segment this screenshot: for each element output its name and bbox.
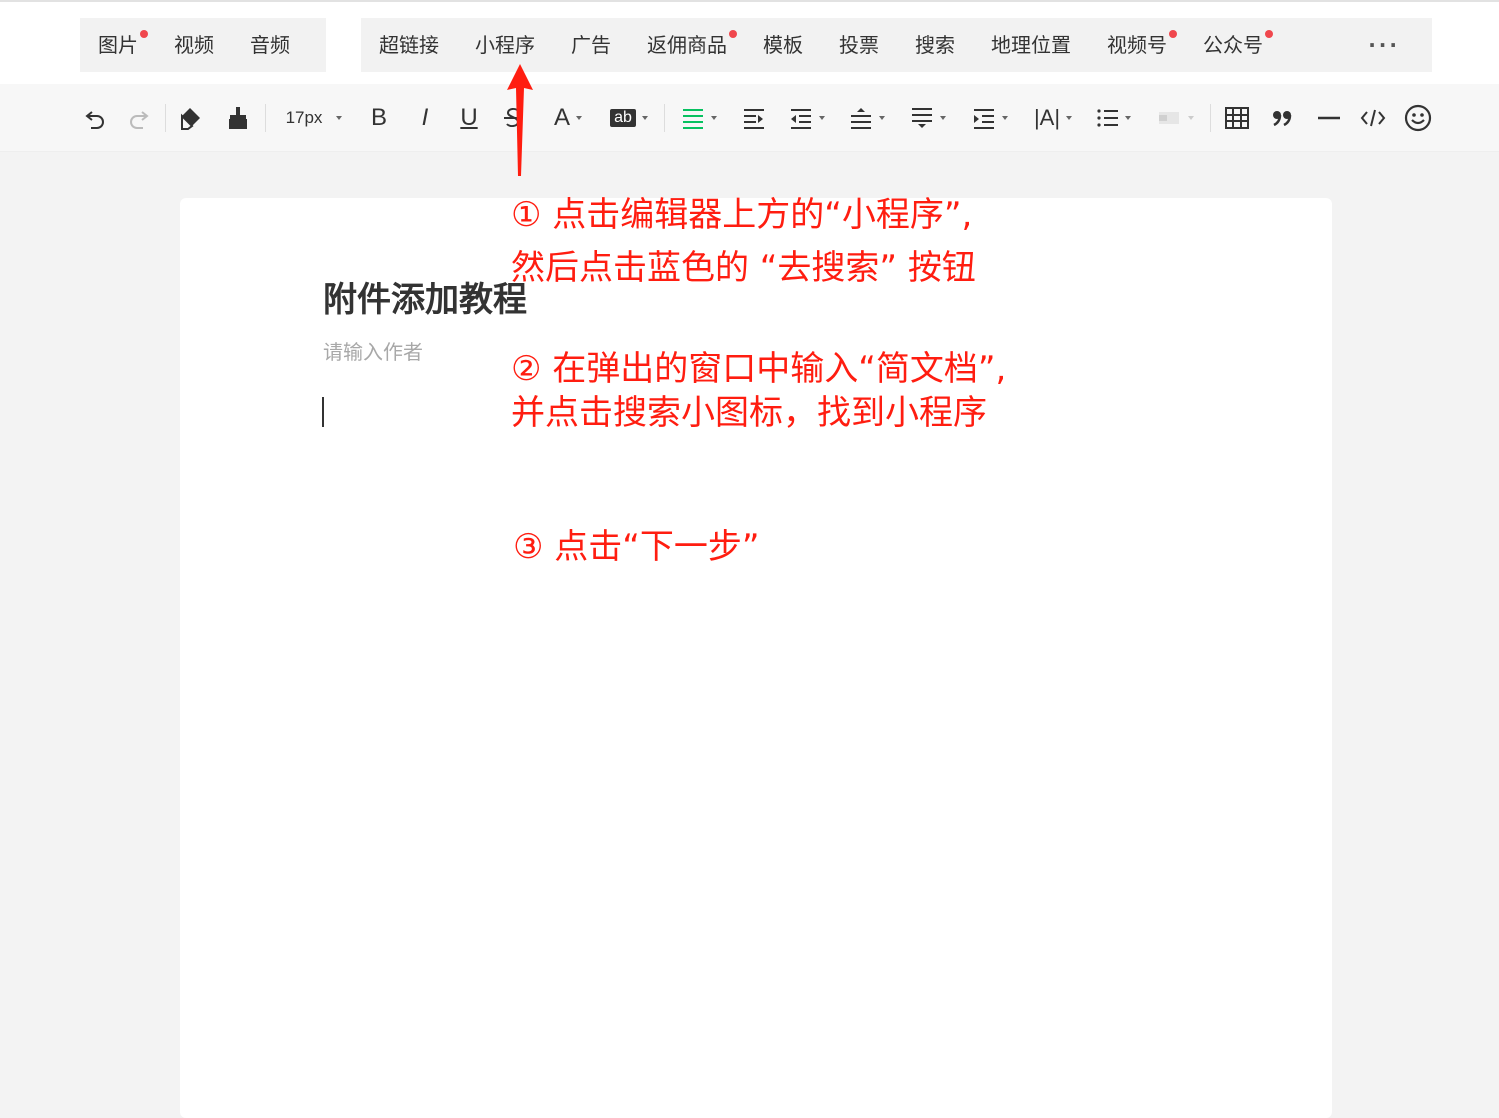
insert-item-7[interactable]: 模板	[745, 18, 821, 72]
quote-icon[interactable]	[1268, 84, 1298, 152]
chevron-down-icon	[641, 116, 648, 120]
more-icon[interactable]: ···	[1350, 18, 1418, 72]
toolbar-divider	[265, 104, 266, 132]
background-button[interactable]	[1150, 84, 1200, 152]
toolbar-divider	[664, 104, 665, 132]
insert-item-label: 视频号	[1107, 33, 1167, 57]
insert-item-label: 广告	[571, 33, 611, 57]
insert-item-label: 搜索	[915, 33, 955, 57]
insert-item-label: 模板	[763, 33, 803, 57]
font-color-label: A	[553, 104, 570, 131]
line-height-button[interactable]	[905, 84, 951, 152]
chevron-down-icon	[711, 116, 717, 120]
align-center-button[interactable]	[676, 84, 722, 152]
chevron-down-icon	[1188, 116, 1194, 120]
line-height-icon	[912, 108, 932, 128]
chevron-down-icon	[819, 116, 825, 120]
toolbar-divider	[1210, 104, 1211, 132]
list-button[interactable]	[1092, 84, 1136, 152]
chevron-down-icon	[940, 116, 946, 120]
author-input[interactable]: 请输入作者	[323, 336, 423, 365]
insert-item-label: 图片	[98, 33, 138, 57]
insert-item-5[interactable]: 广告	[553, 18, 629, 72]
annotation-step1-line2: 然后点击蓝色的 “去搜索” 按钮	[511, 248, 976, 288]
chevron-down-icon	[1066, 116, 1073, 120]
background-icon	[1159, 112, 1179, 124]
align-center-icon	[683, 109, 703, 129]
insert-item-11[interactable]: 视频号	[1089, 18, 1185, 72]
insert-item-9[interactable]: 搜索	[897, 18, 973, 72]
underline-button[interactable]: U	[454, 84, 484, 152]
insert-item-8[interactable]: 投票	[821, 18, 897, 72]
insert-item-label: 超链接	[379, 33, 439, 57]
redo-icon[interactable]	[124, 84, 154, 152]
italic-button[interactable]: I	[410, 84, 440, 152]
first-line-indent-icon	[974, 109, 994, 129]
chevron-down-icon	[336, 116, 343, 120]
new-badge-dot	[1169, 30, 1177, 38]
insert-bar: 图片 视频 音频 超链接 小程序 广告 返佣商品 模板 投票 搜索 地理位置 视频号 公众号 ···	[0, 0, 1499, 84]
table-icon[interactable]	[1222, 84, 1252, 152]
text-cursor	[322, 397, 324, 427]
indent-icon[interactable]	[738, 84, 770, 152]
new-badge-dot	[729, 30, 737, 38]
code-icon[interactable]	[1358, 84, 1388, 152]
list-icon	[1097, 109, 1118, 127]
chevron-down-icon	[576, 116, 582, 120]
outdent-icon	[791, 109, 811, 129]
divider-icon[interactable]	[1314, 84, 1344, 152]
insert-item-label: 返佣商品	[647, 33, 727, 57]
font-size-value: 17px	[285, 108, 323, 127]
annotation-step2-line2: 并点击搜索小图标，找到小程序	[511, 393, 987, 433]
insert-item-label: 公众号	[1203, 33, 1263, 57]
emoji-icon[interactable]	[1402, 84, 1434, 152]
new-badge-dot	[140, 30, 148, 38]
insert-item-label: 视频	[174, 33, 214, 57]
undo-icon[interactable]	[80, 84, 110, 152]
annotation-step2-line1: ② 在弹出的窗口中输入“简文档”,	[511, 349, 1007, 389]
bold-button[interactable]: B	[364, 84, 394, 152]
insert-item-10[interactable]: 地理位置	[973, 18, 1089, 72]
paragraph-spacing-icon	[851, 108, 871, 129]
insert-group-media: 图片 视频 音频	[80, 18, 326, 72]
annotation-step3: ③ 点击“下一步”	[513, 527, 760, 567]
insert-item-2[interactable]: 音频	[232, 18, 308, 72]
chevron-down-icon	[1125, 116, 1131, 120]
insert-item-12[interactable]: 公众号	[1185, 18, 1281, 72]
chevron-down-icon	[1002, 116, 1008, 120]
insert-item-6[interactable]: 返佣商品	[629, 18, 745, 72]
document-title[interactable]: 附件添加教程	[323, 272, 527, 321]
format-toolbar: 17px B I U A ab |A|	[0, 84, 1499, 152]
highlight-button[interactable]: ab	[606, 84, 652, 152]
insert-item-3[interactable]: 超链接	[361, 18, 457, 72]
new-badge-dot	[1265, 30, 1273, 38]
insert-item-1[interactable]: 视频	[156, 18, 232, 72]
first-line-indent-button[interactable]	[967, 84, 1013, 152]
letter-spacing-button[interactable]: |A|	[1028, 84, 1078, 152]
insert-item-label: 音频	[250, 33, 290, 57]
highlight-label: ab	[610, 109, 636, 127]
paragraph-spacing-button[interactable]	[844, 84, 890, 152]
font-size-select[interactable]: 17px	[278, 84, 350, 152]
insert-item-0[interactable]: 图片	[80, 18, 156, 72]
letter-spacing-label: |A|	[1033, 105, 1061, 130]
annotation-step1-line1: ① 点击编辑器上方的“小程序”,	[511, 195, 973, 235]
insert-item-label: 地理位置	[991, 33, 1071, 57]
format-painter-icon[interactable]	[222, 84, 254, 152]
font-color-button[interactable]: A	[546, 84, 590, 152]
toolbar-divider	[165, 104, 166, 132]
insert-item-label: 投票	[839, 33, 879, 57]
insert-item-label: 小程序	[475, 33, 535, 57]
chevron-down-icon	[879, 116, 885, 120]
outdent-button[interactable]	[784, 84, 830, 152]
annotation-arrow-icon	[507, 64, 533, 176]
format-eraser-icon[interactable]	[175, 84, 207, 152]
